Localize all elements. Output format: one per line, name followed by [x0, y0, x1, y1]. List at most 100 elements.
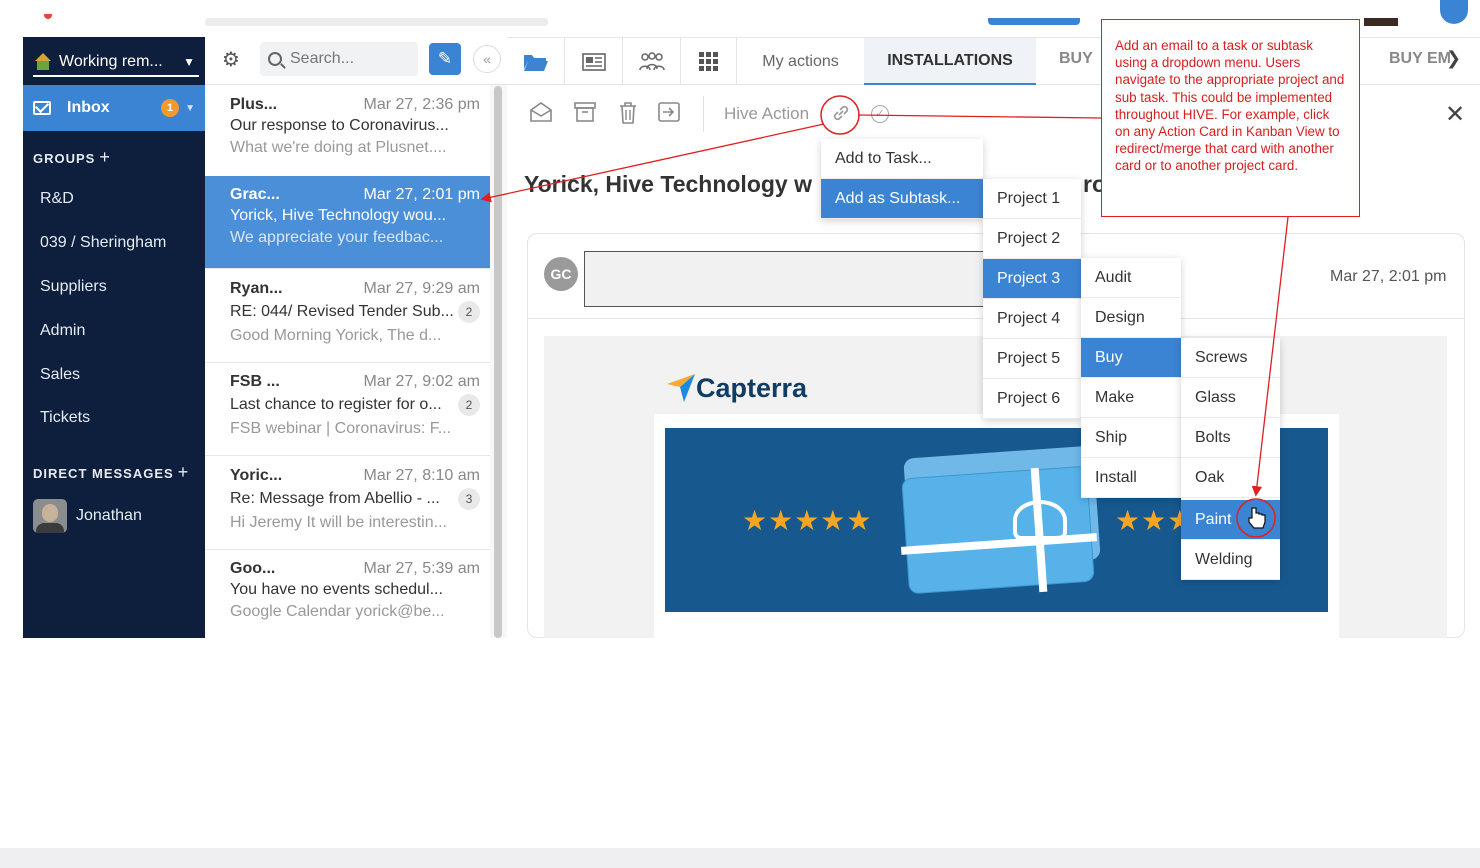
compose-button[interactable]: ✎: [429, 43, 461, 75]
list-item[interactable]: Plus... Mar 27, 2:36 pm Our response to C…: [205, 86, 490, 179]
gear-icon[interactable]: ⚙: [222, 49, 244, 71]
sidebar-item-group[interactable]: R&D: [40, 190, 74, 208]
top-user-photo-fragment: [1364, 18, 1398, 26]
sender-avatar: GC: [544, 257, 578, 291]
message-date: Mar 27, 2:36 pm: [363, 96, 481, 113]
message-from: Ryan...: [230, 280, 283, 297]
dm-user-item[interactable]: Jonathan: [33, 499, 142, 533]
message-preview: We appreciate your feedbac...: [230, 229, 444, 246]
message-subject: You have no events schedul...: [230, 581, 443, 598]
top-action-button-fragment[interactable]: [988, 18, 1080, 25]
menu-item-subtask-selected[interactable]: Paint: [1181, 500, 1280, 540]
inbox-count-badge: 1: [161, 99, 180, 117]
hive-action-menu: Add to Task... Add as Subtask...: [821, 139, 983, 219]
sidebar-item-group[interactable]: 039 / Sheringham: [40, 234, 166, 252]
link-icon[interactable]: [831, 103, 851, 123]
tab-installations[interactable]: INSTALLATIONS: [864, 38, 1036, 85]
list-item[interactable]: Ryan... Mar 27, 9:29 am RE: 044/ Revised …: [205, 270, 490, 363]
archive-icon[interactable]: [573, 101, 597, 125]
email-date: Mar 27, 2:01 pm: [1330, 268, 1447, 285]
message-preview: FSB webinar | Coronavirus: F...: [230, 420, 452, 437]
message-preview: Good Morning Yorick, The d...: [230, 327, 442, 344]
menu-item-phase-selected[interactable]: Buy: [1081, 338, 1181, 378]
close-icon[interactable]: ✕: [1445, 100, 1465, 129]
message-from: Plus...: [230, 96, 278, 113]
message-date: Mar 27, 8:10 am: [363, 467, 481, 484]
tab-buy-em[interactable]: BUY EM: [1389, 50, 1451, 68]
menu-item-phase[interactable]: Audit: [1081, 258, 1181, 298]
groups-header: GROUPS +: [33, 147, 111, 168]
mark-read-icon[interactable]: [529, 101, 553, 125]
menu-item-phase[interactable]: Ship: [1081, 418, 1181, 458]
caret-down-icon[interactable]: ▼: [185, 103, 195, 114]
sidebar-item-inbox[interactable]: Inbox 1 ▼: [23, 85, 205, 131]
message-preview: What we're doing at Plusnet....: [230, 139, 447, 156]
workspace-selector[interactable]: Working rem... ▼: [33, 49, 199, 77]
trash-icon[interactable]: [616, 101, 640, 125]
menu-item-project-selected[interactable]: Project 3: [983, 259, 1081, 299]
scrollbar-thumb[interactable]: [494, 86, 502, 638]
newspaper-icon: [581, 52, 606, 71]
top-search-bar-fragment: [205, 18, 548, 26]
message-list-header: ⚙ Search... ✎ «: [205, 37, 507, 85]
add-group-plus-icon[interactable]: +: [99, 147, 111, 167]
dm-user-name: Jonathan: [76, 507, 142, 524]
message-subject: Our response to Coronavirus...: [230, 117, 449, 134]
menu-item-phase[interactable]: Install: [1081, 458, 1181, 498]
search-input[interactable]: Search...: [260, 42, 418, 76]
bottom-bar: [0, 848, 1480, 868]
double-chevron-left-icon: «: [483, 51, 491, 67]
workspace-house-icon: [33, 53, 53, 71]
sidebar: Working rem... ▼ Inbox 1 ▼ GROUPS + R&D 0…: [23, 37, 205, 638]
sidebar-item-group[interactable]: Sales: [40, 366, 80, 384]
message-subject: Re: Message from Abellio - ...: [230, 490, 440, 507]
list-item[interactable]: Goo... Mar 27, 5:39 am You have no events…: [205, 550, 490, 638]
thread-count-badge: 2: [458, 301, 480, 323]
tab-folder[interactable]: [507, 38, 565, 85]
menu-item-project[interactable]: Project 2: [983, 219, 1081, 259]
add-dm-plus-icon[interactable]: +: [178, 462, 190, 482]
message-preview: Hi Jeremy It will be interestin...: [230, 514, 447, 531]
menu-item-subtask[interactable]: Oak: [1181, 458, 1280, 498]
menu-item-subtask[interactable]: Welding: [1181, 540, 1280, 580]
tab-news[interactable]: [565, 38, 623, 85]
menu-item-phase[interactable]: Design: [1081, 298, 1181, 338]
item-submenu: Screws Glass Bolts Oak Paint Welding: [1181, 338, 1280, 580]
move-icon[interactable]: [657, 101, 681, 125]
list-item[interactable]: FSB ... Mar 27, 9:02 am Last chance to re…: [205, 363, 490, 456]
menu-item-phase[interactable]: Make: [1081, 378, 1181, 418]
menu-item-add-as-subtask[interactable]: Add as Subtask...: [821, 179, 983, 219]
top-avatar-fragment[interactable]: [1440, 0, 1468, 24]
people-icon: [638, 51, 665, 70]
tab-buy[interactable]: BUY: [1059, 50, 1093, 68]
chevron-right-icon[interactable]: ❯: [1446, 48, 1461, 69]
menu-item-subtask[interactable]: Glass: [1181, 378, 1280, 418]
groups-label: GROUPS: [33, 151, 96, 166]
menu-item-project[interactable]: Project 1: [983, 179, 1081, 219]
capterra-arrow-icon: [667, 374, 695, 402]
menu-item-project[interactable]: Project 6: [983, 379, 1081, 419]
tab-apps[interactable]: [681, 38, 737, 85]
tab-people[interactable]: [623, 38, 681, 85]
message-from: Yoric...: [230, 467, 283, 484]
envelope-icon: [33, 101, 51, 115]
tab-my-actions[interactable]: My actions: [737, 38, 864, 85]
list-item[interactable]: Yoric... Mar 27, 8:10 am Re: Message from…: [205, 457, 490, 550]
caret-down-icon: ▼: [183, 55, 195, 69]
star-rating-left: ★★★★★: [742, 505, 873, 536]
sidebar-item-group[interactable]: Admin: [40, 322, 85, 340]
hive-action-label[interactable]: Hive Action: [724, 104, 809, 124]
brand-name: Capterra: [696, 372, 808, 403]
thread-count-badge: 3: [458, 488, 480, 510]
menu-item-add-to-task[interactable]: Add to Task...: [821, 139, 983, 179]
menu-item-subtask[interactable]: Screws: [1181, 338, 1280, 378]
menu-item-project[interactable]: Project 5: [983, 339, 1081, 379]
menu-item-project[interactable]: Project 4: [983, 299, 1081, 339]
sidebar-item-group[interactable]: Suppliers: [40, 278, 107, 296]
message-subject: Last chance to register for o...: [230, 396, 442, 413]
sidebar-item-group[interactable]: Tickets: [40, 409, 90, 427]
menu-item-subtask[interactable]: Bolts: [1181, 418, 1280, 458]
collapse-panel-button[interactable]: «: [473, 45, 501, 73]
check-circle-icon[interactable]: ✓: [871, 105, 889, 123]
list-item-selected[interactable]: Grac... Mar 27, 2:01 pm Yorick, Hive Tech…: [205, 176, 490, 269]
